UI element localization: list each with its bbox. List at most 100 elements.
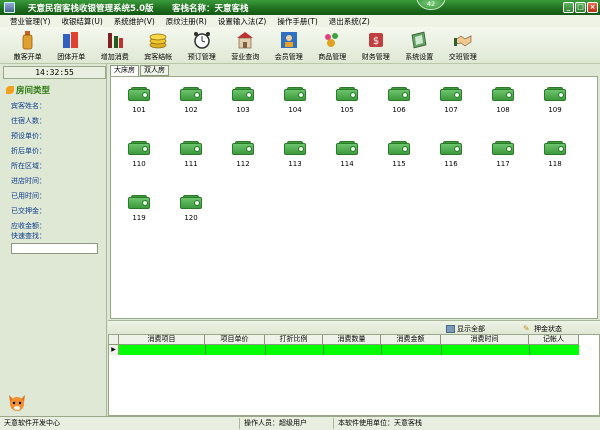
room-118[interactable]: 118 [535, 141, 575, 171]
app-icon [4, 2, 15, 13]
room-icon [336, 87, 358, 101]
room-107[interactable]: 107 [431, 87, 471, 117]
room-icon [232, 141, 254, 155]
col-recorder[interactable]: 记帐人 [529, 335, 579, 345]
room-105[interactable]: 105 [327, 87, 367, 117]
room-120[interactable]: 120 [171, 195, 211, 225]
show-all-button[interactable]: 显示全部 [446, 324, 485, 334]
room-icon [128, 195, 150, 209]
room-112[interactable]: 112 [223, 141, 263, 171]
system-settings-button[interactable]: 系统设置 [398, 27, 442, 64]
room-102[interactable]: 102 [171, 87, 211, 117]
col-item[interactable]: 消费项目 [119, 335, 205, 345]
col-unit-price[interactable]: 项目单价 [205, 335, 265, 345]
room-108[interactable]: 108 [483, 87, 523, 117]
pencil-icon: ✎ [523, 324, 530, 333]
menu-input-method[interactable]: 设置输入法(Z) [218, 16, 267, 27]
room-icon [284, 141, 306, 155]
room-icon [544, 141, 566, 155]
menu-exit[interactable]: 退出系统(Z) [329, 16, 370, 27]
add-consumption-button[interactable]: 增加消费 [93, 27, 137, 64]
menu-bar: 营业管理(Y) 收银结算(U) 系统维护(V) 原纹注册(R) 设置输入法(Z)… [0, 15, 600, 27]
room-icon [128, 87, 150, 101]
group-icon [61, 30, 81, 50]
main-area: 大床房 双人房 101 102 103 104 105 106 107 108 … [108, 64, 600, 416]
title-bar: 天意民宿客栈收银管理系统5.0版 客栈名称：天意客栈 42 _ □ × [0, 0, 600, 15]
tab-twin-room[interactable]: 双人房 [140, 65, 169, 76]
coins-icon [148, 30, 168, 50]
room-icon [492, 87, 514, 101]
col-quantity[interactable]: 消费数量 [323, 335, 381, 345]
room-106[interactable]: 106 [379, 87, 419, 117]
row-selector-icon[interactable]: ▶ [109, 345, 119, 355]
field-checkin-time: 进店时间： [11, 177, 46, 185]
finance-management-button[interactable]: $ 财务管理 [354, 27, 398, 64]
room-icon [180, 195, 202, 209]
room-type-title: 房间类型 [6, 84, 50, 96]
room-104[interactable]: 104 [275, 87, 315, 117]
monitor-icon [446, 325, 455, 333]
close-button[interactable]: × [587, 2, 598, 13]
room-icon [284, 87, 306, 101]
room-101[interactable]: 101 [119, 87, 159, 117]
room-113[interactable]: 113 [275, 141, 315, 171]
room-117[interactable]: 117 [483, 141, 523, 171]
menu-business[interactable]: 营业管理(Y) [10, 16, 50, 27]
field-preset-price: 预设单价： [11, 132, 46, 140]
tab-king-room[interactable]: 大床房 [110, 65, 139, 76]
room-icon [440, 87, 462, 101]
alarm-clock-icon [192, 30, 212, 50]
minimize-button[interactable]: _ [563, 2, 574, 13]
clock: 14:32:55 [3, 66, 106, 79]
left-panel: 14:32:55 房间类型 宾客姓名： 住宿人数： 预设单价： 折后单价： 所在… [0, 64, 107, 416]
wine-icon [105, 30, 125, 50]
bottle-icon [18, 30, 38, 50]
room-119[interactable]: 119 [119, 195, 159, 225]
walk-in-order-button[interactable]: 散客开单 [6, 27, 50, 64]
status-licensee: 本软件使用单位：天意客栈 [338, 419, 422, 427]
status-bar: 天意软件开发中心 操作人员：超级用户 本软件使用单位：天意客栈 [0, 416, 600, 430]
goods-management-button[interactable]: 商品管理 [311, 27, 355, 64]
maximize-button[interactable]: □ [575, 2, 586, 13]
room-icon [544, 87, 566, 101]
deposit-status-button[interactable]: ✎ 押金状态 [523, 324, 562, 334]
room-icon [492, 141, 514, 155]
room-109[interactable]: 109 [535, 87, 575, 117]
group-order-button[interactable]: 团体开单 [50, 27, 94, 64]
room-114[interactable]: 114 [327, 141, 367, 171]
col-amount[interactable]: 消费金额 [381, 335, 441, 345]
room-103[interactable]: 103 [223, 87, 263, 117]
menu-register[interactable]: 原纹注册(R) [166, 16, 207, 27]
field-area: 所在区域： [11, 162, 46, 170]
col-time[interactable]: 消费时间 [441, 335, 529, 345]
field-guest-name: 宾客姓名： [11, 102, 46, 110]
room-115[interactable]: 115 [379, 141, 419, 171]
settings-icon [409, 30, 429, 50]
room-111[interactable]: 111 [171, 141, 211, 171]
quick-search-input[interactable] [11, 243, 98, 254]
fox-mascot-icon [6, 392, 28, 414]
room-icon [180, 141, 202, 155]
member-management-button[interactable]: 会员管理 [267, 27, 311, 64]
status-operator: 操作人员：超级用户 [240, 418, 334, 429]
table-row[interactable] [119, 345, 579, 355]
consumption-toolbar: 显示全部 ✎ 押金状态 [108, 320, 600, 334]
field-guest-count: 住宿人数： [11, 117, 46, 125]
room-116[interactable]: 116 [431, 141, 471, 171]
col-discount[interactable]: 打折比例 [265, 335, 323, 345]
leaf-icon [6, 86, 14, 94]
field-elapsed-time: 已用时间： [11, 192, 46, 200]
shift-handover-button[interactable]: 交班管理 [441, 27, 485, 64]
business-query-button[interactable]: 营业查询 [224, 27, 268, 64]
field-amount-due: 应收金额： [11, 222, 46, 230]
svg-text:$: $ [373, 36, 379, 47]
reservation-button[interactable]: 预订管理 [180, 27, 224, 64]
guest-checkout-button[interactable]: 宾客结帐 [137, 27, 181, 64]
room-110[interactable]: 110 [119, 141, 159, 171]
menu-manual[interactable]: 操作手册(T) [277, 16, 317, 27]
room-type-tabs: 大床房 双人房 [110, 65, 169, 76]
count-badge: 42 [416, 0, 446, 10]
menu-maintenance[interactable]: 系统维护(V) [114, 16, 155, 27]
menu-checkout[interactable]: 收银结算(U) [61, 16, 102, 27]
field-deposit: 已交押金： [11, 207, 46, 215]
